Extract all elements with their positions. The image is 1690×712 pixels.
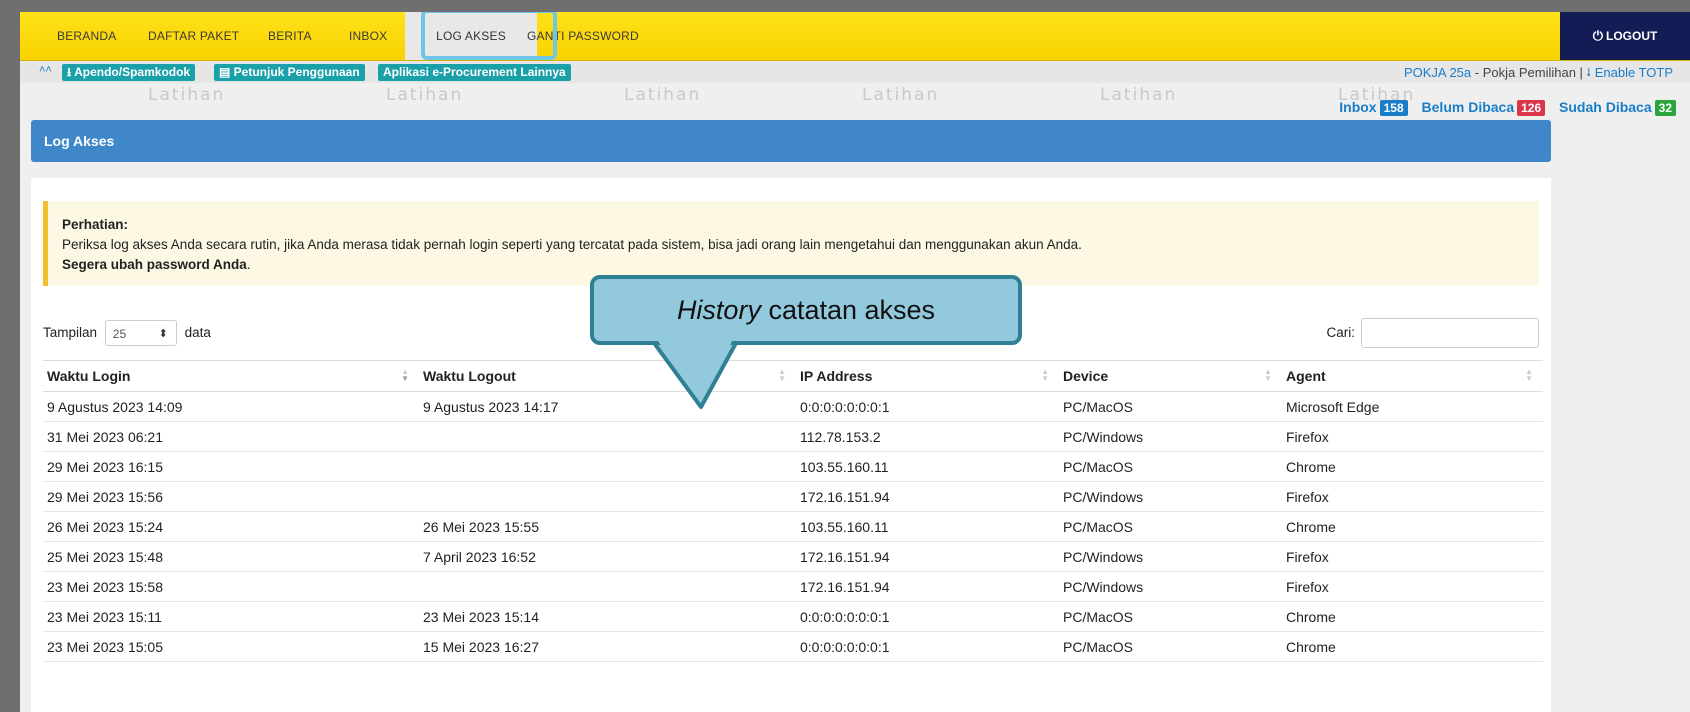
history-callout: History catatan akses bbox=[590, 275, 1022, 345]
callout-pointer bbox=[644, 330, 744, 409]
callout-text: catatan akses bbox=[760, 295, 936, 325]
browser-screen: BERANDA DAFTAR PAKET BERITA INBOX LOG AK… bbox=[20, 12, 1690, 712]
callout-italic: History bbox=[676, 295, 761, 325]
